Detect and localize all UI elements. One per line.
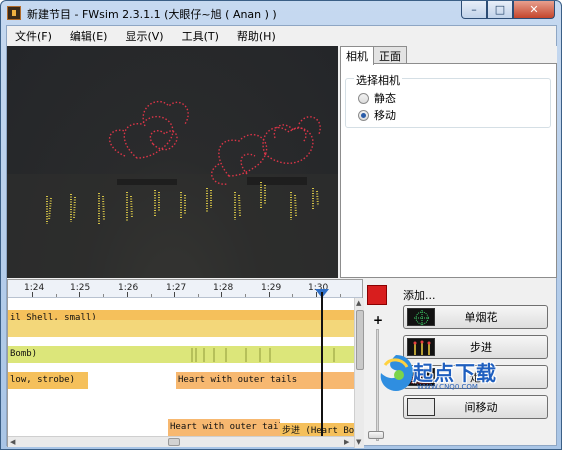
tick-label: 1:24 — [24, 283, 45, 293]
select-camera-label: 选择相机 — [354, 72, 402, 88]
radio-moving[interactable]: 移动 — [358, 107, 396, 123]
radio-static-indicator[interactable] — [358, 92, 369, 104]
radio-moving-indicator[interactable] — [358, 109, 369, 121]
tick-label: 1:27 — [166, 283, 187, 293]
tick-label: 1:25 — [70, 283, 91, 293]
single-firework-icon — [407, 308, 435, 326]
add-move-label: 间移动 — [464, 401, 498, 414]
horizontal-scroll-thumb[interactable] — [168, 438, 180, 446]
timeline-event[interactable]: Heart with outer tails — [176, 372, 354, 389]
radio-static-label: 静态 — [374, 92, 396, 105]
fireworks-scene — [7, 100, 338, 278]
camera-tab-body: 选择相机 静态 移动 — [340, 63, 557, 278]
title-bar[interactable]: 新建节目 - FWsim 2.3.1.1 (大眼仔~旭 ( Anan ) ) –… — [1, 1, 561, 25]
menu-edit[interactable]: 编辑(E) — [70, 28, 108, 44]
scroll-left-icon[interactable]: ◀ — [10, 438, 15, 446]
menu-file[interactable]: 文件(F) — [15, 28, 52, 44]
ruler-minor-tick — [292, 294, 293, 297]
timeline-event[interactable]: Heart with outer tails — [168, 419, 280, 436]
ruler-tick — [127, 292, 128, 297]
select-camera-group: 选择相机 静态 移动 — [345, 72, 551, 128]
fireworks-preview-viewport[interactable] — [7, 46, 338, 278]
ruler-minor-tick — [103, 294, 104, 297]
zoom-slider-thumb[interactable] — [368, 431, 384, 439]
tick-label: 1:29 — [261, 283, 282, 293]
maximize-button[interactable]: □ — [487, 1, 513, 19]
menu-tools[interactable]: 工具(T) — [182, 28, 219, 44]
app-icon — [7, 6, 21, 20]
scroll-down-icon[interactable]: ▼ — [356, 438, 361, 446]
scroll-right-icon[interactable]: ▶ — [344, 438, 349, 446]
move-icon — [407, 398, 435, 416]
close-button[interactable]: ✕ — [513, 1, 555, 19]
add-label: 添加... — [403, 289, 436, 302]
tick-label: 1:28 — [213, 283, 234, 293]
ruler-tick — [174, 292, 175, 297]
menu-bar: 文件(F) 编辑(E) 显示(V) 工具(T) 帮助(H) — [7, 26, 556, 46]
ruler-minor-tick — [151, 294, 152, 297]
panel-tabs: 相机 正面 — [340, 46, 407, 65]
timeline-vertical-scrollbar[interactable]: ▲ ▼ — [354, 298, 364, 448]
timeline-event[interactable] — [8, 320, 354, 337]
zoom-in-icon[interactable]: + — [373, 313, 383, 327]
tick-label: 1:26 — [118, 283, 139, 293]
window-controls: – □ ✕ — [461, 1, 555, 19]
green-track-markers — [191, 348, 335, 362]
radio-moving-label: 移动 — [374, 109, 396, 122]
camera-panel: 相机 正面 选择相机 静态 移动 — [340, 46, 557, 278]
menu-help[interactable]: 帮助(H) — [237, 28, 276, 44]
tab-camera[interactable]: 相机 — [340, 46, 374, 65]
playhead-line[interactable] — [321, 292, 323, 446]
watermark-url: WWW.CNQ0.COM — [417, 383, 478, 391]
menu-view[interactable]: 显示(V) — [125, 28, 163, 44]
ruler-minor-tick — [56, 294, 57, 297]
add-single-firework-label: 单烟花 — [464, 311, 498, 324]
watermark: 起点下载 WWW.CNQ0.COM — [377, 353, 537, 399]
watermark-logo-icon — [380, 355, 413, 391]
watermark-text: 起点下载 — [413, 361, 497, 385]
radio-static[interactable]: 静态 — [358, 90, 396, 106]
ruler-minor-tick — [340, 294, 341, 297]
add-single-firework-button[interactable]: 单烟花 — [403, 305, 548, 329]
time-ruler[interactable]: 1:24 1:25 1:26 1:27 1:28 1:29 1:30 — [8, 280, 362, 298]
minimize-button[interactable]: – — [461, 1, 487, 19]
ruler-tick — [269, 292, 270, 297]
window-title: 新建节目 - FWsim 2.3.1.1 (大眼仔~旭 ( Anan ) ) — [27, 8, 277, 21]
ruler-minor-tick — [245, 294, 246, 297]
scroll-up-icon[interactable]: ▲ — [356, 299, 361, 307]
timeline-event[interactable]: low, strobe) — [8, 372, 88, 389]
timeline-panel[interactable]: 1:24 1:25 1:26 1:27 1:28 1:29 1:30 il Sh… — [7, 279, 364, 448]
app-window: 新建节目 - FWsim 2.3.1.1 (大眼仔~旭 ( Anan ) ) –… — [0, 0, 562, 450]
vertical-scroll-thumb[interactable] — [356, 310, 364, 370]
timeline-event-extension[interactable] — [148, 310, 354, 320]
tab-front[interactable]: 正面 — [373, 46, 407, 64]
ruler-tick — [79, 292, 80, 297]
ruler-tick — [32, 292, 33, 297]
ruler-tick — [221, 292, 222, 297]
ruler-minor-tick — [198, 294, 199, 297]
timeline-horizontal-scrollbar[interactable]: ◀ ▶ — [8, 436, 354, 447]
color-swatch[interactable] — [367, 285, 387, 305]
